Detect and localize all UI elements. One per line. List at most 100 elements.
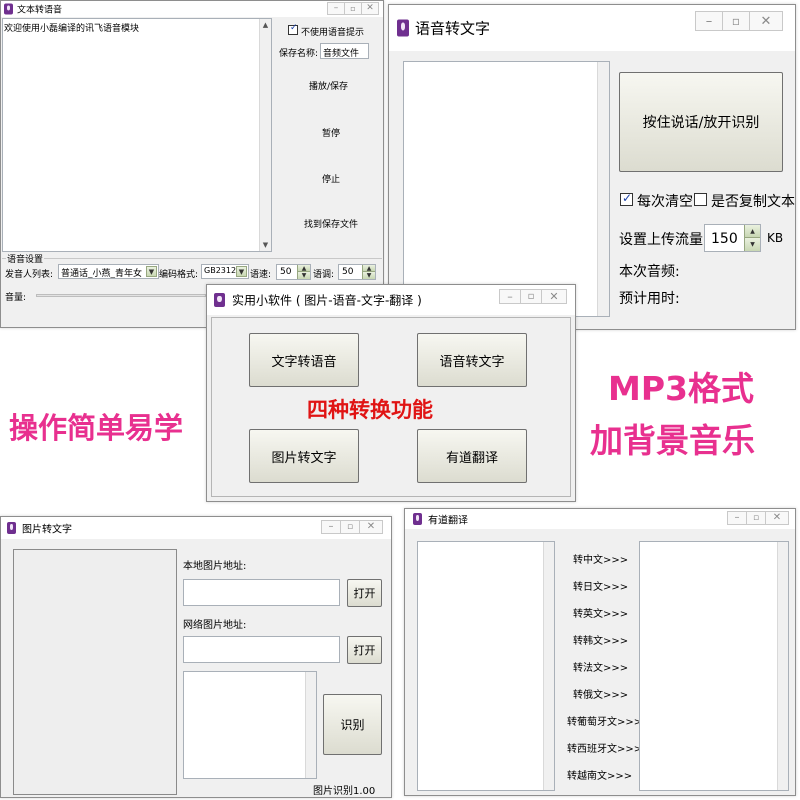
translate-to-korean-button[interactable]: 转韩文>>> <box>573 632 628 647</box>
close-icon[interactable]: ✕ <box>749 11 783 31</box>
maximize-icon[interactable]: ▫ <box>746 511 766 525</box>
translate-to-russian-button[interactable]: 转俄文>>> <box>573 686 628 701</box>
upload-unit: KB <box>767 231 784 245</box>
ocr-window: 图片转文字 – ▫ ✕ 本地图片地址: 打开 网络图片地址: 打开 识别 图片识… <box>0 516 392 798</box>
chevron-down-icon[interactable]: ▼ <box>146 266 157 277</box>
speaker-select[interactable]: 普通话_小燕_青年女 ▼ <box>58 264 159 279</box>
disable-voice-checkbox[interactable] <box>288 23 298 35</box>
copy-text-checkbox[interactable] <box>694 193 707 206</box>
translate-to-chinese-button[interactable]: 转中文>>> <box>573 551 628 566</box>
clear-each-time-label: 每次清空 <box>637 194 693 210</box>
target-text-area[interactable] <box>639 541 789 791</box>
maximize-icon[interactable]: ▫ <box>340 520 360 534</box>
stt-window: 语音转文字 – ▫ ✕ 按住说话/放开识别 每次清空 是否复制文本 设置上传流量… <box>388 4 796 330</box>
tts-text-content: 欢迎使用小磊编译的讯飞语音模块 <box>4 24 140 34</box>
upload-label: 设置上传流量: <box>619 232 708 248</box>
close-icon[interactable]: ✕ <box>361 2 379 15</box>
stt-text-scrollbar[interactable] <box>597 62 609 316</box>
maximize-icon[interactable]: ▫ <box>344 2 362 15</box>
pause-button[interactable]: 暂停 <box>322 126 340 139</box>
save-name-value: 音频文件 <box>323 49 360 59</box>
target-text-scrollbar[interactable] <box>777 542 788 790</box>
audio-label: 本次音频: <box>619 264 680 280</box>
clear-each-time-checkbox[interactable] <box>620 191 633 206</box>
scroll-up-icon[interactable]: ▲ <box>260 19 271 31</box>
translate-to-portuguese-button[interactable]: 转葡萄牙文>>> <box>567 713 642 728</box>
main-titlebar[interactable]: 实用小软件 ( 图片-语音-文字-翻译 ) – ▫ ✕ <box>207 285 575 315</box>
promo-left-text: 操作简单易学 <box>9 411 184 445</box>
spin-up-icon[interactable]: ▲ <box>297 265 310 272</box>
translate-to-spanish-button[interactable]: 转西班牙文>>> <box>567 740 642 755</box>
scroll-down-icon[interactable]: ▼ <box>260 239 271 251</box>
close-icon[interactable]: ✕ <box>541 289 567 304</box>
encoding-select[interactable]: GB2312 ▼ <box>201 264 249 279</box>
open-local-button[interactable]: 打开 <box>347 579 382 607</box>
close-icon[interactable]: ✕ <box>359 520 383 534</box>
translate-to-french-button[interactable]: 转法文>>> <box>573 659 628 674</box>
volume-slider[interactable] <box>36 294 206 297</box>
image-preview-box <box>13 549 177 795</box>
stop-button[interactable]: 停止 <box>322 172 340 185</box>
save-name-label: 保存名称: <box>279 49 319 59</box>
minimize-icon[interactable]: – <box>499 289 521 304</box>
tts-title: 文本转语音 <box>17 5 63 16</box>
maximize-icon[interactable]: ▫ <box>520 289 542 304</box>
ocr-result-area[interactable] <box>183 671 317 779</box>
find-file-button[interactable]: 找到保存文件 <box>304 217 358 230</box>
youdao-translate-button[interactable]: 有道翻译 <box>417 429 527 483</box>
speed-spinner[interactable]: 50 ▲ ▼ <box>276 264 311 280</box>
upload-spinner[interactable]: 150 ▲ ▼ <box>704 224 761 252</box>
local-image-label: 本地图片地址: <box>183 561 247 572</box>
ocr-version-label: 图片识别1.00 <box>313 786 376 797</box>
recognize-button[interactable]: 识别 <box>323 694 382 755</box>
speech-to-text-button[interactable]: 语音转文字 <box>417 333 527 387</box>
source-text-scrollbar[interactable] <box>543 542 554 790</box>
ocr-titlebar[interactable]: 图片转文字 – ▫ ✕ <box>1 517 391 539</box>
stt-title: 语音转文字 <box>415 19 491 38</box>
save-name-input[interactable]: 音频文件 <box>320 43 369 59</box>
source-text-area[interactable] <box>417 541 555 791</box>
stt-text-area[interactable] <box>403 61 610 317</box>
record-button[interactable]: 按住说话/放开识别 <box>619 72 783 172</box>
translate-to-english-button[interactable]: 转英文>>> <box>573 605 628 620</box>
network-image-input[interactable] <box>183 636 340 663</box>
pitch-spinner[interactable]: 50 ▲ ▼ <box>338 264 376 280</box>
local-image-input[interactable] <box>183 579 340 606</box>
close-icon[interactable]: ✕ <box>765 511 789 525</box>
time-label: 预计用时: <box>619 291 680 307</box>
spin-up-icon[interactable]: ▲ <box>744 225 760 238</box>
translate-title: 有道翻译 <box>428 515 468 527</box>
play-save-button[interactable]: 播放/保存 <box>309 79 348 92</box>
pitch-value: 50 <box>342 267 354 277</box>
minimize-icon[interactable]: – <box>727 511 747 525</box>
microphone-icon <box>413 513 422 525</box>
encoding-value: GB2312 <box>204 266 237 275</box>
tts-window: 文本转语音 – ▫ ✕ 欢迎使用小磊编译的讯飞语音模块 ▲ ▼ 不使用语音提示 … <box>0 0 384 328</box>
microphone-icon <box>214 293 225 307</box>
minimize-icon[interactable]: – <box>695 11 723 31</box>
stt-titlebar[interactable]: 语音转文字 – ▫ ✕ <box>389 5 795 51</box>
network-image-label: 网络图片地址: <box>183 620 247 631</box>
image-to-text-button[interactable]: 图片转文字 <box>249 429 359 483</box>
spin-down-icon[interactable]: ▼ <box>744 238 760 251</box>
spin-up-icon[interactable]: ▲ <box>362 265 375 272</box>
translate-titlebar[interactable]: 有道翻译 – ▫ ✕ <box>405 509 795 529</box>
translate-window-controls: – ▫ ✕ <box>727 511 789 525</box>
tts-titlebar[interactable]: 文本转语音 – ▫ ✕ <box>1 1 383 17</box>
translate-to-japanese-button[interactable]: 转日文>>> <box>573 578 628 593</box>
minimize-icon[interactable]: – <box>327 2 345 15</box>
tts-window-controls: – ▫ ✕ <box>327 2 379 15</box>
spin-down-icon[interactable]: ▼ <box>297 272 310 279</box>
chevron-down-icon[interactable]: ▼ <box>236 266 247 277</box>
open-network-button[interactable]: 打开 <box>347 636 382 664</box>
text-to-speech-button[interactable]: 文字转语音 <box>249 333 359 387</box>
tts-text-scrollbar[interactable]: ▲ ▼ <box>259 19 271 251</box>
spin-down-icon[interactable]: ▼ <box>362 272 375 279</box>
tts-text-area[interactable]: 欢迎使用小磊编译的讯飞语音模块 ▲ ▼ <box>2 18 272 252</box>
ocr-result-scrollbar[interactable] <box>305 672 316 778</box>
maximize-icon[interactable]: ▫ <box>722 11 750 31</box>
main-window: 实用小软件 ( 图片-语音-文字-翻译 ) – ▫ ✕ 文字转语音 语音转文字 … <box>206 284 576 502</box>
minimize-icon[interactable]: – <box>321 520 341 534</box>
translate-to-vietnamese-button[interactable]: 转越南文>>> <box>567 767 632 782</box>
microphone-icon <box>397 19 409 37</box>
